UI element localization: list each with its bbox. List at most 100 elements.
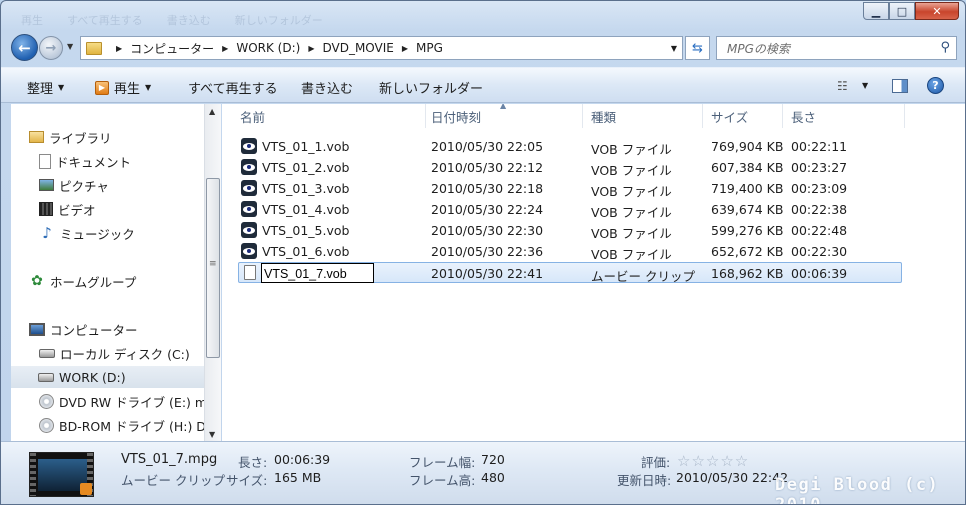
drive-icon: [39, 348, 55, 358]
table-row[interactable]: VTS_01_1.vob 2010/05/30 22:05 VOB ファイル 7…: [238, 136, 902, 157]
refresh-icon: ⇆: [692, 40, 703, 56]
forward-arrow-icon: →: [45, 40, 57, 56]
file-date: 2010/05/30 22:36: [431, 244, 544, 259]
new-folder-button[interactable]: 新しいフォルダー: [379, 78, 483, 97]
file-length: 00:06:39: [791, 266, 848, 281]
file-length: 00:22:38: [791, 202, 848, 217]
rename-input[interactable]: [261, 263, 374, 283]
breadcrumb-dvd-movie[interactable]: DVD_MOVIE: [322, 41, 393, 55]
breadcrumb-work[interactable]: WORK (D:): [236, 41, 300, 55]
column-header-label: 種類: [591, 109, 617, 125]
play-all-button[interactable]: すべて再生する: [188, 78, 278, 97]
sidebar-item-label: ミュージック: [60, 226, 135, 242]
picture-icon: [39, 179, 54, 191]
table-row-selected[interactable]: 2010/05/30 22:41 ムービー クリップ 168,962 KB 00…: [238, 262, 902, 284]
change-view-icon[interactable]: ☷: [837, 79, 848, 93]
scroll-down-icon[interactable]: ▼: [209, 430, 215, 439]
table-row[interactable]: VTS_01_4.vob 2010/05/30 22:24 VOB ファイル 6…: [238, 199, 902, 220]
video-thumbnail: [29, 452, 94, 497]
sidebar-item-libraries[interactable]: ライブラリ: [29, 126, 112, 148]
file-name: VTS_01_4.vob: [262, 202, 350, 217]
burn-button[interactable]: 書き込む: [301, 78, 353, 97]
maximize-button[interactable]: □: [889, 2, 915, 20]
file-type: VOB ファイル: [591, 142, 672, 157]
chevron-right-icon[interactable]: ▶: [402, 44, 408, 53]
vob-file-icon: [241, 222, 257, 238]
chevron-down-icon[interactable]: ▼: [862, 81, 868, 90]
search-icon[interactable]: ⚲: [940, 40, 950, 55]
sidebar-item-videos[interactable]: ビデオ: [39, 198, 96, 220]
file-type: VOB ファイル: [591, 226, 672, 241]
minimize-button[interactable]: ▁: [863, 2, 889, 20]
sidebar-item-computer[interactable]: コンピューター: [29, 318, 138, 340]
table-row[interactable]: VTS_01_3.vob 2010/05/30 22:18 VOB ファイル 7…: [238, 178, 902, 199]
vob-file-icon: [241, 201, 257, 217]
file-name: VTS_01_1.vob: [262, 139, 350, 154]
file-size: 719,400 KB: [711, 181, 784, 196]
sort-ascending-icon: ▲: [500, 104, 507, 110]
refresh-button[interactable]: ⇆: [685, 36, 710, 60]
file-type: VOB ファイル: [591, 247, 672, 262]
file-date: 2010/05/30 22:24: [431, 202, 544, 217]
document-icon: [39, 153, 51, 169]
sidebar-item-documents[interactable]: ドキュメント: [39, 150, 131, 172]
play-button[interactable]: ▶ 再生 ▼: [95, 78, 151, 97]
organize-label: 整理: [27, 82, 54, 97]
column-header-type[interactable]: 種類: [583, 104, 703, 128]
vob-file-icon: [241, 138, 257, 154]
play-all-label: すべて再生する: [188, 82, 278, 97]
file-type: VOB ファイル: [591, 205, 672, 220]
file-length: 00:22:11: [791, 139, 848, 154]
file-size: 769,904 KB: [711, 139, 784, 154]
chevron-down-icon: ▼: [58, 83, 65, 92]
sidebar-item-bd-rom[interactable]: BD-ROM ドライブ (H:) D: [39, 414, 204, 436]
back-button[interactable]: ←: [11, 34, 38, 61]
sidebar-item-dvd-rw[interactable]: DVD RW ドライブ (E:) m: [39, 390, 204, 412]
sidebar-item-label: ライブラリ: [49, 130, 112, 146]
details-length-label: 長さ:: [238, 455, 268, 470]
sidebar-item-local-disk[interactable]: ローカル ディスク (C:): [39, 342, 190, 364]
file-length: 00:22:30: [791, 244, 848, 259]
sidebar-scrollbar[interactable]: ▲ ≡ ▼: [204, 104, 221, 441]
column-header-label: 日付時刻: [431, 109, 482, 125]
vob-file-icon: [241, 243, 257, 259]
rating-stars[interactable]: ☆☆☆☆☆: [677, 452, 749, 470]
file-size: 168,962 KB: [711, 266, 784, 281]
sidebar-item-label: ドキュメント: [56, 154, 132, 170]
organize-button[interactable]: 整理 ▼: [27, 78, 64, 97]
column-header-size[interactable]: サイズ: [703, 104, 783, 128]
chevron-down-icon: ▼: [145, 83, 152, 92]
file-size: 607,384 KB: [711, 160, 784, 175]
search-input[interactable]: MPGの検索 ⚲: [716, 36, 957, 60]
table-row[interactable]: VTS_01_6.vob 2010/05/30 22:36 VOB ファイル 6…: [238, 241, 902, 262]
scroll-up-icon[interactable]: ▲: [209, 107, 215, 116]
help-icon[interactable]: ?: [927, 77, 944, 94]
chevron-right-icon[interactable]: ▶: [116, 44, 122, 53]
address-dropdown-icon[interactable]: ▼: [671, 44, 677, 53]
preview-pane-icon[interactable]: [892, 79, 908, 93]
table-row[interactable]: VTS_01_5.vob 2010/05/30 22:30 VOB ファイル 5…: [238, 220, 902, 241]
caption-buttons: ▁ □ ✕: [863, 2, 959, 20]
column-header-name[interactable]: 名前: [232, 104, 426, 128]
sidebar-item-label: ホームグループ: [50, 274, 137, 290]
sidebar-item-work[interactable]: WORK (D:): [11, 366, 204, 388]
column-header-length[interactable]: 長さ: [783, 104, 905, 128]
sidebar-item-music[interactable]: ♪ ミュージック: [39, 222, 135, 244]
file-size: 652,672 KB: [711, 244, 784, 259]
address-bar[interactable]: ▶ コンピューター ▶ WORK (D:) ▶ DVD_MOVIE ▶ MPG …: [80, 36, 683, 60]
forward-button[interactable]: →: [39, 36, 63, 60]
minimize-icon: ▁: [871, 4, 881, 18]
table-row[interactable]: VTS_01_2.vob 2010/05/30 22:12 VOB ファイル 6…: [238, 157, 902, 178]
close-button[interactable]: ✕: [915, 2, 959, 20]
back-arrow-icon: ←: [18, 38, 31, 57]
sidebar-item-pictures[interactable]: ピクチャ: [39, 174, 109, 196]
chevron-right-icon[interactable]: ▶: [308, 44, 314, 53]
details-frame-width-value: 720: [481, 452, 505, 467]
computer-icon: [29, 322, 45, 336]
history-dropdown-icon[interactable]: ▼: [67, 42, 73, 51]
sidebar-item-homegroup[interactable]: ✿ ホームグループ: [29, 270, 136, 292]
breadcrumb-mpg[interactable]: MPG: [416, 41, 443, 55]
file-name: VTS_01_2.vob: [262, 160, 350, 175]
breadcrumb-computer[interactable]: コンピューター: [130, 40, 214, 57]
chevron-right-icon[interactable]: ▶: [222, 44, 228, 53]
